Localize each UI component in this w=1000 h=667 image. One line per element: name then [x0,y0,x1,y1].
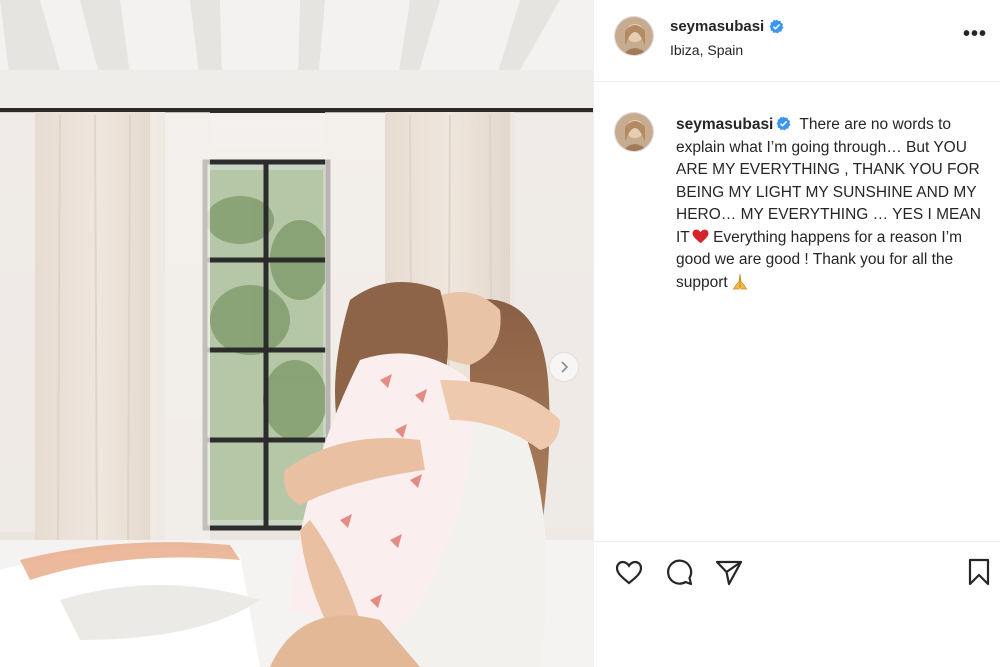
verified-badge-icon [769,19,784,34]
speech-bubble-icon[interactable] [664,557,694,587]
profile-picture [615,113,653,151]
caption-username[interactable]: seymasubasi [676,116,773,133]
paper-plane-icon[interactable] [714,557,744,587]
red-heart-emoji-icon [692,229,709,243]
post-location[interactable]: Ibiza, Spain [670,42,743,58]
next-photo-button[interactable] [550,353,578,381]
username[interactable]: seymasubasi [670,18,764,35]
more-options-button[interactable]: ••• [963,24,987,44]
verified-badge-icon [776,116,791,131]
avatar[interactable] [614,16,654,56]
folded-hands-emoji-icon [732,273,748,289]
heart-outline-icon[interactable] [614,557,644,587]
header-username-row: seymasubasi [670,18,784,35]
caption-text: seymasubasi There are no words to explai… [676,114,982,294]
caption-body-part2: Everything happens for a reason I’m good… [676,228,963,291]
chevron-right-icon [561,361,569,373]
post-header: seymasubasi Ibiza, Spain ••• [594,0,1000,82]
bookmark-icon[interactable] [964,557,994,587]
caption-body-part1: There are no words to explain what I’m g… [676,116,981,246]
post-photo [0,0,593,667]
profile-picture [615,17,653,55]
photo-illustration [0,0,593,667]
caption-avatar[interactable] [614,112,654,152]
post-actions-bar [594,541,1000,601]
post-sidebar: seymasubasi Ibiza, Spain ••• seymasubasi… [593,0,1000,667]
